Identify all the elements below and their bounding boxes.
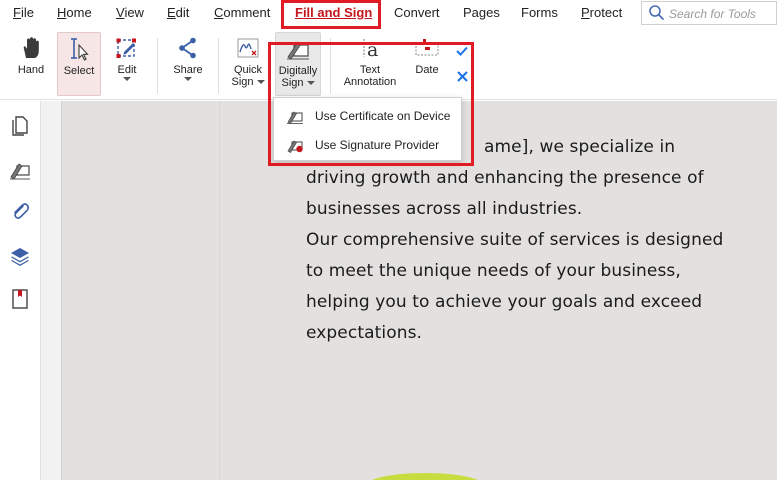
menu-comment[interactable]: Comment xyxy=(214,5,270,20)
text-annotation-button[interactable]: a Text Annotation xyxy=(340,32,400,96)
use-signature-provider-label: Use Signature Provider xyxy=(315,138,440,152)
digitally-sign-label-line1: Digitally xyxy=(278,65,318,77)
share-icon xyxy=(179,37,196,59)
tool-search-box[interactable] xyxy=(641,1,777,25)
pages-panel-icon[interactable] xyxy=(8,113,32,137)
document-text-line: businesses across all industries. xyxy=(306,199,583,219)
share-label: Share xyxy=(173,64,203,76)
decorative-green-shape xyxy=(372,473,478,480)
use-certificate-on-device-item[interactable]: Use Certificate on Device xyxy=(274,102,461,130)
digital-signature-icon xyxy=(287,41,309,60)
digitally-sign-dropdown: Use Certificate on Device Use Signature … xyxy=(273,97,462,161)
checkmark-icon[interactable] xyxy=(455,44,469,58)
date-button[interactable]: Date xyxy=(408,32,446,96)
bookmarks-panel-icon[interactable] xyxy=(8,287,32,311)
menu-view[interactable]: View xyxy=(116,5,144,20)
hand-label: Hand xyxy=(17,64,45,76)
use-certificate-on-device-label: Use Certificate on Device xyxy=(315,109,451,123)
document-paragraph: ame], we specialize in driving growth an… xyxy=(306,132,776,349)
document-text-line: expectations. xyxy=(306,323,423,343)
quick-sign-dropdown-caret[interactable] xyxy=(256,80,265,85)
toolbar-separator xyxy=(218,38,219,94)
share-tool-button[interactable]: Share xyxy=(169,32,207,96)
toolbar-separator xyxy=(330,38,331,94)
edit-dropdown-caret[interactable] xyxy=(123,77,131,81)
menu-home[interactable]: Home xyxy=(57,5,92,20)
edit-label: Edit xyxy=(117,64,137,76)
edit-tool-button[interactable]: Edit xyxy=(108,32,146,96)
search-icon xyxy=(649,5,664,20)
date-field-icon xyxy=(415,39,439,56)
menu-bar: File Home View Edit Comment Fill and Sig… xyxy=(0,0,777,28)
menu-pages[interactable]: Pages xyxy=(463,5,500,20)
digitally-sign-label-line2-wrap: Sign xyxy=(276,77,320,89)
toolbar-separator xyxy=(157,38,158,94)
select-tool-button[interactable]: Select xyxy=(57,32,101,96)
document-text-line: driving growth and enhancing the presenc… xyxy=(306,168,704,188)
cross-mark-icon[interactable] xyxy=(456,70,469,83)
digitally-sign-button[interactable]: Digitally Sign xyxy=(275,32,321,96)
document-text-line: to meet the unique needs of your busines… xyxy=(306,261,681,281)
text-annotation-label-line2: Annotation xyxy=(343,76,397,88)
edit-icon xyxy=(116,38,136,58)
hand-icon xyxy=(23,37,39,58)
left-sidebar xyxy=(0,101,41,480)
certificate-sign-icon xyxy=(287,111,303,124)
attachments-panel-icon[interactable] xyxy=(8,200,32,224)
digitally-sign-label-line2: Sign xyxy=(281,77,304,89)
pdf-editor-window: File Home View Edit Comment Fill and Sig… xyxy=(0,0,777,480)
use-signature-provider-item[interactable]: Use Signature Provider xyxy=(274,131,461,159)
text-annotation-icon: a xyxy=(363,39,378,60)
share-dropdown-caret[interactable] xyxy=(184,77,192,81)
svg-text:a: a xyxy=(367,39,378,60)
date-label: Date xyxy=(415,64,439,76)
menu-convert[interactable]: Convert xyxy=(394,5,440,20)
hand-tool-button[interactable]: Hand xyxy=(10,32,52,96)
select-label: Select xyxy=(63,65,95,77)
layers-panel-icon[interactable] xyxy=(8,244,32,268)
quick-sign-label-line1: Quick xyxy=(233,64,263,76)
document-text-line: Our comprehensive suite of services is d… xyxy=(306,230,724,250)
menu-forms[interactable]: Forms xyxy=(521,5,558,20)
menu-edit[interactable]: Edit xyxy=(167,5,189,20)
digitally-sign-dropdown-caret[interactable] xyxy=(306,81,315,86)
signatures-panel-icon[interactable] xyxy=(8,157,32,181)
quick-sign-button[interactable]: Quick Sign xyxy=(227,32,269,96)
text-annotation-label-line1: Text xyxy=(359,64,381,76)
signature-provider-icon xyxy=(287,140,303,153)
page-column-divider xyxy=(219,101,220,480)
search-input[interactable] xyxy=(669,5,774,22)
quick-sign-icon xyxy=(237,38,259,58)
select-cursor-icon xyxy=(71,38,89,61)
menu-fill-and-sign[interactable]: Fill and Sign xyxy=(295,5,372,20)
quick-sign-label-line2: Sign xyxy=(231,76,254,88)
menu-protect[interactable]: Protect xyxy=(581,5,622,20)
document-text-line: helping you to achieve your goals and ex… xyxy=(306,292,703,312)
menu-file[interactable]: File xyxy=(13,5,34,20)
quick-sign-label-line2-wrap: Sign xyxy=(227,76,269,88)
ribbon-toolbar: Hand Select Edit Share Quick Sign Digita… xyxy=(0,28,777,100)
